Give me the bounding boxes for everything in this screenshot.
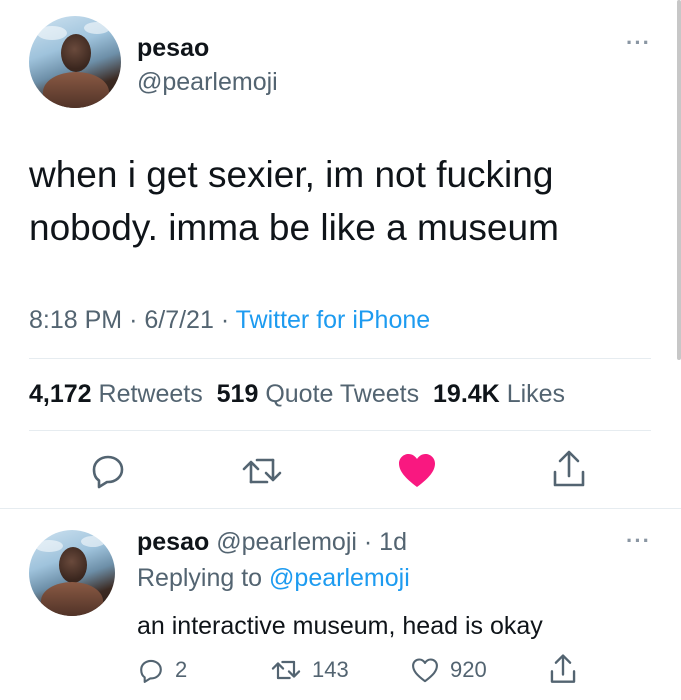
reply-reply-button[interactable]: 2 <box>137 654 187 686</box>
retweet-button[interactable] <box>240 452 284 490</box>
reply-author-name[interactable]: pesao <box>137 528 209 556</box>
heart-filled-icon <box>399 454 435 487</box>
avatar[interactable] <box>29 530 115 616</box>
retweet-count: 143 <box>312 657 349 682</box>
reply-header: pesao @pearlemoji · 1d <box>137 528 407 557</box>
meta-separator: · <box>129 306 138 334</box>
divider <box>29 430 651 431</box>
tweet-source[interactable]: Twitter for iPhone <box>236 306 431 334</box>
reply-text: an interactive museum, head is okay <box>137 612 543 640</box>
quotes-count: 519 <box>216 380 259 408</box>
reply-button[interactable] <box>88 450 128 490</box>
reply-retweet-button[interactable]: 143 <box>270 654 349 686</box>
likes-stat[interactable]: 19.4K Likes <box>433 380 565 408</box>
reply-like-button[interactable]: 920 <box>410 654 487 686</box>
tweet-meta: 8:18 PM · 6/7/21 · Twitter for iPhone <box>29 306 430 335</box>
reply-author-handle[interactable]: @pearlemoji <box>216 528 357 556</box>
meta-separator: · <box>220 306 230 334</box>
like-button[interactable] <box>396 450 438 490</box>
retweets-stat[interactable]: 4,172 Retweets <box>29 380 203 408</box>
reply-icon <box>140 659 162 683</box>
reply-age[interactable]: · 1d <box>364 528 407 556</box>
share-button[interactable] <box>550 448 588 490</box>
heart-outline-icon <box>412 658 438 683</box>
avatar[interactable] <box>29 16 121 108</box>
scrollbar[interactable] <box>677 0 681 360</box>
reply-share-button[interactable] <box>548 652 578 686</box>
retweet-icon <box>271 660 301 680</box>
more-options-icon[interactable]: ··· <box>626 528 651 554</box>
divider <box>0 508 681 509</box>
author-handle[interactable]: @pearlemoji <box>137 68 278 97</box>
quotes-stat[interactable]: 519 Quote Tweets <box>217 380 419 408</box>
retweet-icon <box>242 458 282 484</box>
likes-label: Likes <box>506 380 566 408</box>
retweets-label: Retweets <box>98 380 203 408</box>
likes-count: 19.4K <box>433 380 500 408</box>
reply-icon <box>92 455 124 489</box>
reply-count: 2 <box>175 657 188 682</box>
tweet-text-line: nobody. imma be like a museum <box>29 207 559 248</box>
retweets-count: 4,172 <box>29 380 92 408</box>
more-options-icon[interactable]: ··· <box>626 30 651 56</box>
share-icon <box>553 450 585 487</box>
replying-to: Replying to @pearlemoji <box>137 564 410 593</box>
tweet-time[interactable]: 8:18 PM <box>29 306 122 334</box>
replying-handle-link[interactable]: @pearlemoji <box>269 564 410 592</box>
tweet-text: when i get sexier, im not fucking nobody… <box>29 148 649 254</box>
like-count: 920 <box>450 657 487 682</box>
tweet-text-line: when i get sexier, im not fucking <box>29 154 554 195</box>
replying-prefix: Replying to <box>137 564 263 592</box>
quotes-label: Quote Tweets <box>265 380 420 408</box>
tweet-date[interactable]: 6/7/21 <box>144 306 214 334</box>
divider <box>29 358 651 359</box>
author-name[interactable]: pesao <box>137 34 209 63</box>
share-icon <box>550 654 576 683</box>
tweet-stats: 4,172 Retweets 519 Quote Tweets 19.4K Li… <box>29 380 565 409</box>
